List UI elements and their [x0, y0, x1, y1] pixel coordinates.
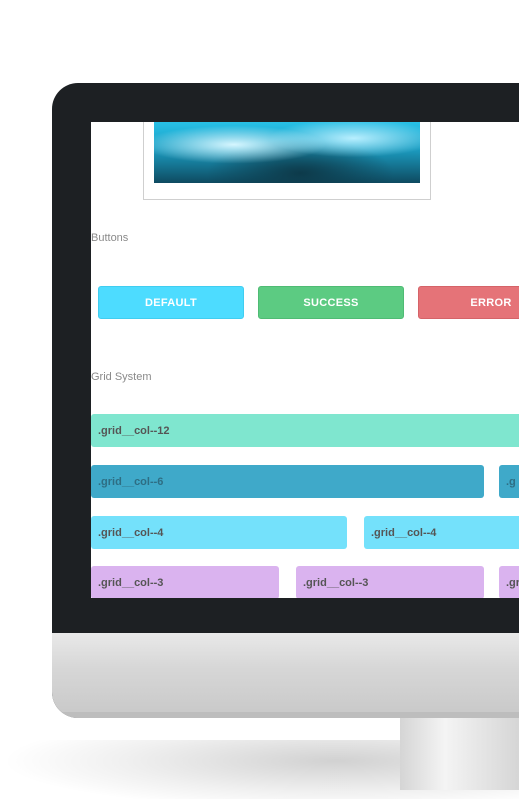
grid-row-4: .grid__col--4 .grid__col--4: [91, 516, 519, 549]
grid-col-3: .grid__col--3: [296, 566, 484, 598]
screen: Buttons DEFAULT SUCCESS ERROR Grid Syste…: [91, 122, 519, 598]
imac-mockup: Buttons DEFAULT SUCCESS ERROR Grid Syste…: [0, 0, 519, 799]
grid-col-4: .grid__col--4: [91, 516, 347, 549]
grid-row-3: .grid__col--3 .grid__col--3 .gr: [91, 566, 519, 598]
error-button[interactable]: ERROR: [418, 286, 519, 319]
grid-section-label: Grid System: [91, 371, 152, 383]
monitor-chin: [52, 633, 519, 718]
grid-row-12: .grid__col--12: [91, 414, 519, 447]
buttons-section-label: Buttons: [91, 232, 129, 244]
grid-col-4: .grid__col--4: [364, 516, 519, 549]
grid-col-12: .grid__col--12: [91, 414, 519, 447]
grid-col-6: .g: [499, 465, 519, 498]
grid-col-3: .grid__col--3: [91, 566, 279, 598]
success-button[interactable]: SUCCESS: [258, 286, 404, 319]
hero-image-frame: [143, 122, 431, 200]
ocean-wave-image: [154, 122, 420, 183]
grid-col-3: .gr: [499, 566, 519, 598]
grid-col-6: .grid__col--6: [91, 465, 484, 498]
default-button[interactable]: DEFAULT: [98, 286, 244, 319]
grid-row-6: .grid__col--6 .g: [91, 465, 519, 498]
